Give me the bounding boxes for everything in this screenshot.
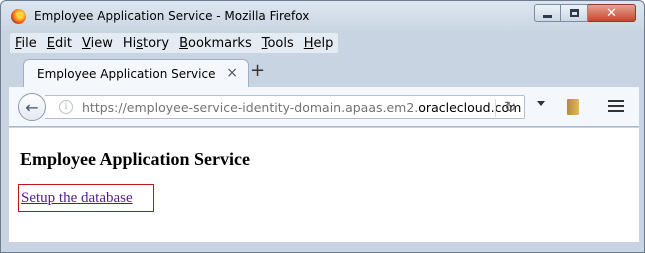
maximize-icon	[569, 9, 579, 17]
menu-edit-label: dit	[55, 35, 72, 51]
minimize-icon	[543, 14, 552, 18]
menu-history[interactable]: History	[118, 36, 174, 51]
menu-view-accel: V	[81, 35, 91, 51]
firefox-logo-icon	[11, 9, 26, 24]
arrow-left-icon: ←	[25, 97, 39, 117]
info-icon[interactable]: i	[59, 100, 73, 114]
tab-employee-application-service[interactable]: Employee Application Service ×	[23, 59, 249, 87]
close-window-button[interactable]: ✕	[588, 4, 636, 22]
title-bar: Employee Application Service - Mozilla F…	[1, 1, 644, 31]
menu-file[interactable]: File	[10, 36, 42, 51]
page-content: Employee Application Service Setup the d…	[9, 128, 639, 242]
menu-edit-accel: E	[46, 35, 55, 51]
menu-help-label: elp	[313, 35, 334, 51]
menu-tools-label: ools	[267, 35, 294, 51]
new-tab-icon[interactable]: +	[250, 62, 265, 80]
close-icon: ✕	[606, 5, 617, 21]
tab-close-icon[interactable]: ×	[226, 65, 238, 81]
menu-history-accel: s	[136, 35, 143, 51]
bookmark-icon[interactable]	[567, 99, 579, 115]
menu-bar: File Edit View History Bookmarks Tools H…	[10, 33, 339, 53]
menu-edit[interactable]: Edit	[42, 36, 77, 51]
tab-strip: Employee Application Service × +	[9, 55, 639, 87]
hamburger-menu-icon[interactable]	[608, 100, 624, 115]
menu-view[interactable]: View	[77, 36, 118, 51]
window-bottom-border	[9, 242, 639, 247]
url-text[interactable]: https://employee-service-identity-domain…	[82, 100, 521, 115]
url-separator	[495, 99, 496, 117]
browser-window: Employee Application Service - Mozilla F…	[0, 0, 645, 253]
page-title: Employee Application Service	[20, 149, 250, 169]
back-button[interactable]: ←	[18, 93, 46, 121]
url-prefix: https://employee-service-identity-domain…	[82, 100, 419, 115]
reload-icon[interactable]: ↻	[504, 98, 517, 116]
dropdown-icon[interactable]	[537, 101, 545, 106]
url-bar[interactable]: i https://employee-service-identity-doma…	[45, 95, 525, 119]
window-title: Employee Application Service - Mozilla F…	[34, 9, 310, 23]
navigation-toolbar: i https://employee-service-identity-doma…	[9, 87, 639, 127]
menu-bookmarks[interactable]: Bookmarks	[174, 36, 257, 51]
menu-file-label: ile	[21, 35, 37, 51]
menu-bookmarks-label: ookmarks	[188, 35, 252, 51]
menu-tools[interactable]: Tools	[257, 36, 299, 51]
menu-history-prefix: Hi	[122, 35, 137, 51]
menu-help[interactable]: Help	[299, 36, 339, 51]
minimize-button[interactable]	[534, 4, 561, 22]
menu-history-label: tory	[143, 35, 170, 51]
menu-help-accel: H	[303, 35, 314, 51]
menu-view-label: iew	[90, 35, 113, 51]
maximize-button[interactable]	[561, 4, 588, 22]
menu-bookmarks-accel: B	[179, 35, 189, 51]
tab-label: Employee Application Service	[37, 67, 216, 81]
setup-database-link[interactable]: Setup the database	[21, 190, 133, 207]
